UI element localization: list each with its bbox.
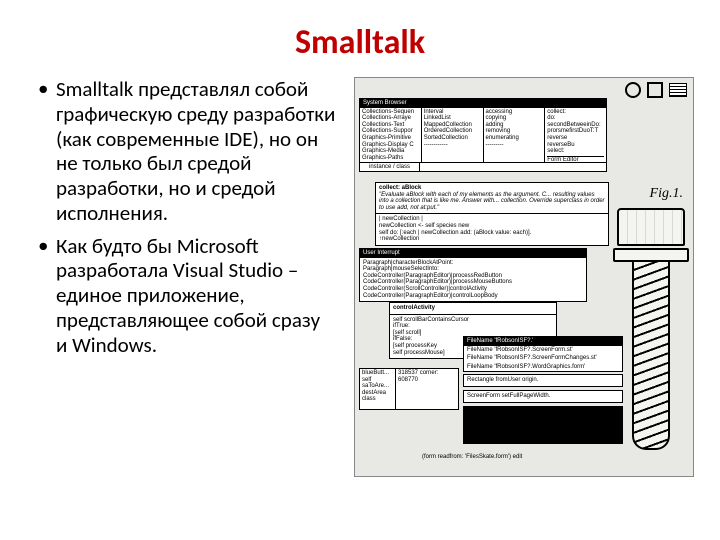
code-line: newCollection <- self species new	[379, 223, 605, 230]
method-code: | newCollection | newCollection <- self …	[376, 214, 608, 244]
stack-line: CodeController(ScrollController)|control…	[363, 286, 583, 293]
list-item: do:	[547, 115, 604, 122]
list-item: secondBetweeinDo:	[547, 122, 604, 129]
screenshot-container: System Browser Collections-Sequen Collec…	[354, 77, 696, 497]
list-item: reverse	[547, 135, 604, 142]
list-item: ------------	[424, 142, 481, 149]
inspector-window: blueButt... self saToAre... destArea cla…	[359, 368, 459, 410]
bullet-item: Как будто бы Microsoft разработала Visua…	[36, 234, 336, 358]
window-title: System Browser	[360, 99, 606, 108]
file-menu: FileName 'fRobsonISF?.' FileName 'fRobso…	[463, 336, 623, 372]
stack-line: Paragraph|characterBlockAtPoint:	[363, 260, 583, 267]
slide-title: Smalltalk	[0, 0, 720, 77]
figure-label: Fig.1.	[650, 186, 683, 202]
list-item: enumerating	[486, 135, 543, 142]
list-item: Graphics-Display C	[362, 142, 419, 149]
code-line: self do: [:each | newCollection add: (aB…	[379, 230, 605, 237]
code-line: self scrollBarContainsCursor	[393, 317, 553, 324]
code-line: | newCollection |	[379, 216, 605, 223]
smalltalk-screenshot: System Browser Collections-Sequen Collec…	[354, 77, 694, 477]
code-line: ↑newCollection	[379, 236, 605, 243]
code-line: ifTrue:	[393, 323, 553, 330]
browser-col-protocols: accessing copying adding removing enumer…	[484, 108, 546, 162]
debugger-window: User Interrupt Paragraph|characterBlockA…	[359, 248, 587, 302]
menu-item: FileName 'fRobsonISF?.ScreenForm.st'	[464, 346, 622, 355]
list-item: MappedCollection	[424, 122, 481, 129]
stack-line: CodeController(ParagraphEditor)|processM…	[363, 279, 583, 286]
nut-icon	[625, 82, 641, 98]
slide-content: Smalltalk представлял собой графическую …	[0, 77, 720, 497]
stack-line: CodeController(ParagraphEditor)|processR…	[363, 273, 583, 280]
list-item: destArea	[362, 390, 393, 397]
list-item: adding	[486, 122, 543, 129]
stack-trace: Paragraph|characterBlockAtPoint: Paragra…	[360, 258, 586, 302]
list-item: accessing	[486, 109, 543, 116]
code-line: ScreenForm setFullPageWidth.	[464, 391, 622, 402]
value-line: 608770	[398, 377, 456, 384]
menu-item: FileName 'fRobsonISF?.ScreenFormChanges.…	[464, 354, 622, 363]
list-item: Collections-Sequen	[362, 109, 419, 116]
bullet-list: Smalltalk представлял собой графическую …	[36, 77, 336, 357]
workspace-width: ScreenForm setFullPageWidth.	[463, 390, 623, 403]
list-item: ---------	[486, 142, 543, 149]
browser-col-methods: collect: do: secondBetweeinDo: prorsmefi…	[545, 108, 606, 162]
bolt-shaft-icon	[632, 260, 670, 450]
instance-class-toggle: instance / class	[360, 163, 420, 172]
list-item: removing	[486, 128, 543, 135]
list-item: select:	[547, 148, 604, 155]
footer-expr: (form readfrom: 'FilesSkate.form') edit	[419, 452, 627, 463]
workspace-rect: Rectangle fromUser origin.	[463, 374, 623, 387]
list-item: Graphics-Primitive	[362, 135, 419, 142]
window-title: User Interrupt	[360, 249, 586, 258]
method-comment: "Evaluate aBlock with each of my element…	[379, 192, 605, 212]
bolt-head-icon	[617, 208, 685, 246]
list-item: self	[362, 377, 393, 384]
top-icons	[625, 82, 687, 98]
browser-col-classes: Interval LinkedList MappedCollection Ord…	[422, 108, 484, 162]
stack-icon	[669, 83, 687, 97]
list-item: LinkedList	[424, 115, 481, 122]
method-name: collect: aBlock	[379, 185, 421, 191]
bullet-list-container: Smalltalk представлял собой графическую …	[36, 77, 336, 497]
code-line: (form readfrom: 'FilesSkate.form') edit	[419, 452, 627, 463]
list-item: Graphics-Media	[362, 148, 419, 155]
list-item: Graphics-Paths	[362, 155, 419, 162]
list-item: OrderedCollection	[424, 128, 481, 135]
system-browser-window: System Browser Collections-Sequen Collec…	[359, 98, 607, 172]
list-item: collect:	[547, 109, 604, 116]
code-line: Rectangle fromUser origin.	[464, 375, 622, 386]
var-name: blueButt...	[362, 370, 393, 377]
list-item: Collections-Text	[362, 122, 419, 129]
list-item: Collections-Suppor	[362, 128, 419, 135]
list-item: prorsmefirstDuoT:T	[547, 128, 604, 135]
menu-item: FileName 'fRobsonISF?.WordGraphics.form'	[464, 363, 622, 372]
method-name: controlActivity	[393, 305, 435, 311]
stack-line: CodeController(ParagraphEditor)|controlL…	[363, 293, 583, 300]
code-window: collect: aBlock "Evaluate aBlock with ea…	[375, 182, 609, 246]
browser-col-categories: Collections-Sequen Collections-Arraye Co…	[360, 108, 422, 162]
list-item: SortedCollection	[424, 135, 481, 142]
menu-item-selected: FileName 'fRobsonISF?.'	[464, 337, 622, 346]
value-line: 318537 corner:	[398, 370, 456, 377]
graphics-output	[463, 406, 623, 444]
list-item: class	[362, 396, 393, 403]
list-item: Collections-Arraye	[362, 115, 419, 122]
stack-line: Paragraph|mouseSelectInto:	[363, 266, 583, 273]
list-item: reverseBu	[547, 142, 604, 149]
list-item: Interval	[424, 109, 481, 116]
list-item: saToAre...	[362, 383, 393, 390]
list-item: copying	[486, 115, 543, 122]
bullet-item: Smalltalk представлял собой графическую …	[36, 77, 336, 226]
washer-icon	[647, 82, 663, 98]
bolt-drawing	[617, 208, 685, 458]
